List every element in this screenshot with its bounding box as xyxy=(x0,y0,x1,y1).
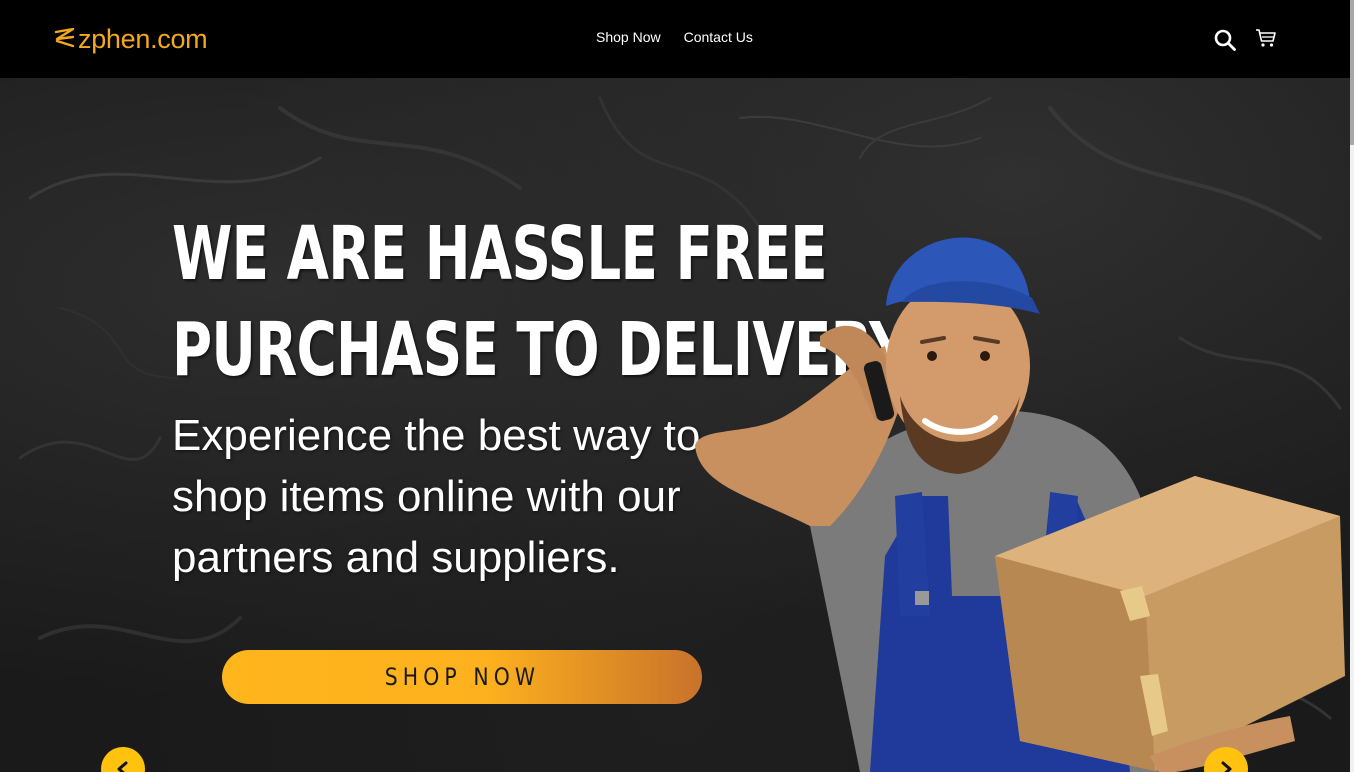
brand-name: zphen.com xyxy=(78,23,208,54)
top-navbar: zphen.com Shop Now Contact Us xyxy=(0,0,1350,78)
cart-icon xyxy=(1256,29,1276,47)
scrollbar-thumb[interactable] xyxy=(1350,0,1354,145)
main-nav: Shop Now Contact Us xyxy=(596,29,753,45)
nav-contact-us[interactable]: Contact Us xyxy=(684,29,753,45)
hero-subtext: Experience the best way to shop items on… xyxy=(172,411,701,582)
nav-shop-now[interactable]: Shop Now xyxy=(596,29,661,45)
chevron-left-icon xyxy=(117,761,128,772)
search-button[interactable] xyxy=(1212,27,1238,53)
search-icon xyxy=(1214,29,1236,51)
brand-logo[interactable]: zphen.com xyxy=(54,22,208,56)
delivery-man-image xyxy=(695,237,1345,772)
cart-button[interactable] xyxy=(1254,26,1278,50)
chevron-right-icon xyxy=(1221,761,1232,772)
shop-now-label: SHOP NOW xyxy=(384,663,540,691)
hero-banner: WE ARE HASSLE FREE PURCHASE TO DELIVERY … xyxy=(0,78,1350,772)
logo-z-icon xyxy=(54,27,75,48)
page-scrollbar[interactable] xyxy=(1350,0,1354,772)
shop-now-button[interactable]: SHOP NOW xyxy=(222,650,702,704)
page: zphen.com Shop Now Contact Us WE ARE HAS… xyxy=(0,0,1354,772)
